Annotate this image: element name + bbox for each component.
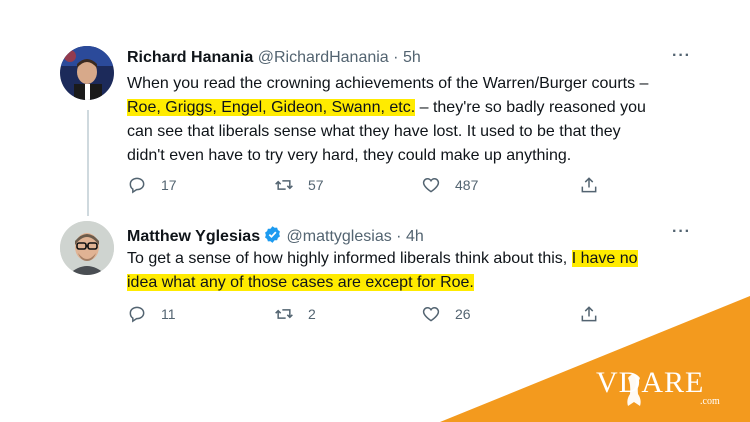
tweet-text-segment: – they're so badly reasoned you <box>419 99 646 116</box>
retweet-count: 2 <box>308 306 316 322</box>
like-icon <box>422 177 440 193</box>
dot-separator: · <box>393 49 399 66</box>
tweet-actions: 17 57 487 <box>127 175 607 199</box>
share-button[interactable] <box>579 175 599 195</box>
share-icon <box>581 306 597 322</box>
like-button[interactable]: 26 <box>421 304 471 324</box>
like-button[interactable]: 487 <box>421 175 478 195</box>
author-handle[interactable]: @RichardHanania <box>258 49 389 66</box>
reply-count: 17 <box>161 177 177 193</box>
share-button[interactable] <box>579 304 599 324</box>
like-icon <box>422 306 440 322</box>
share-icon <box>581 177 597 193</box>
reply-button[interactable]: 11 <box>127 304 176 324</box>
vdare-domain: .com <box>700 396 720 407</box>
verified-badge-icon <box>265 226 281 243</box>
author-handle[interactable]: @mattyglesias <box>287 228 392 245</box>
retweet-icon <box>275 180 293 190</box>
more-options-icon[interactable]: ··· <box>672 47 691 65</box>
tweet-text-line: can see that liberals sense what they ha… <box>127 120 697 144</box>
like-count: 487 <box>455 177 479 193</box>
highlighted-text: Roe, Griggs, Engel, Gideon, Swann, etc. <box>127 99 416 116</box>
retweet-button[interactable]: 57 <box>274 175 324 195</box>
tweet-text-line: idea what any of those cases are except … <box>127 271 697 295</box>
tweet-text-segment: didn't even have to try very hard, they … <box>127 147 572 164</box>
reply-icon <box>129 306 145 323</box>
highlighted-text: idea what any of those cases are except … <box>127 274 474 291</box>
tweet-header: Richard Hanania @RichardHanania · 5h <box>127 49 421 67</box>
tweet-text-segment: can see that liberals sense what they ha… <box>127 123 621 140</box>
retweet-button[interactable]: 2 <box>274 304 316 324</box>
author-name[interactable]: Richard Hanania <box>127 49 253 66</box>
tweet-actions: 11 2 26 <box>127 304 607 328</box>
like-count: 26 <box>455 306 471 322</box>
author-name[interactable]: Matthew Yglesias <box>127 228 260 245</box>
more-options-icon[interactable]: ··· <box>672 223 691 241</box>
reply-count: 11 <box>161 306 176 322</box>
tweet-text-segment: To get a sense of how highly informed li… <box>127 250 568 267</box>
tweet-time[interactable]: 4h <box>406 228 424 245</box>
reply-button[interactable]: 17 <box>127 175 177 195</box>
thread-connector-line <box>87 110 89 216</box>
tweet-text: To get a sense of how highly informed li… <box>127 247 697 295</box>
tweet-text: When you read the crowning achievements … <box>127 72 697 168</box>
tweet-text-line: didn't even have to try very hard, they … <box>127 144 697 168</box>
avatar-richard-hanania[interactable] <box>60 46 114 100</box>
tweet-text-line: Roe, Griggs, Engel, Gideon, Swann, etc. … <box>127 96 697 120</box>
tweet-text-line: When you read the crowning achievements … <box>127 72 697 96</box>
tweet-text-line: To get a sense of how highly informed li… <box>127 247 697 271</box>
tweet-text-segment: When you read the crowning achievements … <box>127 75 649 92</box>
retweet-icon <box>275 309 293 319</box>
retweet-count: 57 <box>308 177 324 193</box>
tweet-header: Matthew Yglesias @mattyglesias · 4h <box>127 225 424 246</box>
reply-icon <box>129 177 145 194</box>
tweet-time[interactable]: 5h <box>403 49 421 66</box>
dot-separator: · <box>396 228 402 245</box>
vdare-logo[interactable]: VDARE <box>596 366 704 400</box>
highlighted-text: I have no <box>571 250 638 267</box>
avatar-matthew-yglesias[interactable] <box>60 221 114 275</box>
